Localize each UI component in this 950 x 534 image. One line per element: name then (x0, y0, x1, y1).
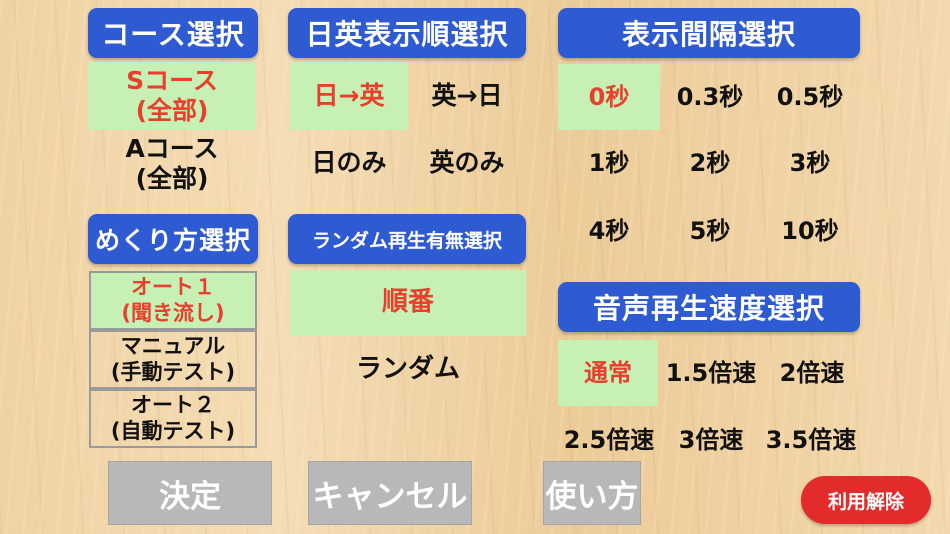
course-option-a[interactable]: Aコース (全部) (88, 130, 256, 198)
unsubscribe-button[interactable]: 利用解除 (801, 476, 931, 524)
course-option-s-scope: (全部) (135, 96, 209, 125)
flip-select-header: めくり方選択 (88, 214, 258, 264)
speed-option-3-5x[interactable]: 3.5倍速 (756, 408, 866, 472)
speed-select-header: 音声再生速度選択 (558, 282, 860, 332)
flip-option-manual-name: マニュアル (120, 334, 226, 359)
random-option-sequential[interactable]: 順番 (290, 270, 526, 336)
flip-option-auto2[interactable]: オート２ (自動テスト) (89, 389, 257, 448)
course-select-header: コース選択 (88, 8, 258, 58)
course-option-a-name: Aコース (125, 134, 219, 163)
random-option-random[interactable]: ランダム (290, 336, 526, 404)
flip-option-auto2-name: オート２ (130, 393, 215, 418)
interval-option-10s[interactable]: 10秒 (760, 198, 860, 264)
interval-option-0-3s[interactable]: 0.3秒 (660, 64, 760, 130)
random-select-header: ランダム再生有無選択 (288, 214, 526, 264)
order-option-ja-only[interactable]: 日のみ (290, 130, 408, 196)
order-option-en-only[interactable]: 英のみ (408, 130, 526, 196)
interval-option-1s[interactable]: 1秒 (558, 130, 660, 196)
course-option-a-scope: (全部) (135, 164, 209, 193)
cancel-button[interactable]: キャンセル (308, 461, 472, 525)
speed-option-2x[interactable]: 2倍速 (764, 340, 860, 406)
interval-option-5s[interactable]: 5秒 (660, 198, 760, 264)
speed-option-normal[interactable]: 通常 (558, 340, 658, 406)
order-select-header: 日英表示順選択 (288, 8, 526, 58)
flip-option-manual-desc: (手動テスト) (110, 359, 236, 384)
interval-option-2s[interactable]: 2秒 (660, 130, 760, 196)
interval-option-0-5s[interactable]: 0.5秒 (760, 64, 860, 130)
interval-option-0s[interactable]: 0秒 (558, 64, 660, 130)
flip-option-auto2-desc: (自動テスト) (110, 418, 236, 443)
how-to-use-button[interactable]: 使い方 (543, 461, 641, 525)
order-option-en-ja[interactable]: 英→日 (408, 62, 526, 130)
course-option-s[interactable]: Sコース (全部) (88, 62, 256, 130)
interval-option-4s[interactable]: 4秒 (558, 198, 660, 264)
flip-option-auto1-desc: (聞き流し) (121, 300, 225, 325)
flip-option-manual[interactable]: マニュアル (手動テスト) (89, 330, 257, 389)
interval-option-3s[interactable]: 3秒 (760, 130, 860, 196)
interval-select-header: 表示間隔選択 (558, 8, 860, 58)
course-option-s-name: Sコース (126, 66, 218, 95)
order-option-ja-en[interactable]: 日→英 (290, 62, 408, 130)
speed-option-3x[interactable]: 3倍速 (666, 408, 756, 472)
flip-option-auto1-name: オート１ (130, 275, 215, 300)
flip-option-auto1[interactable]: オート１ (聞き流し) (89, 271, 257, 330)
speed-option-1-5x[interactable]: 1.5倍速 (658, 340, 764, 406)
decide-button[interactable]: 決定 (108, 461, 272, 525)
